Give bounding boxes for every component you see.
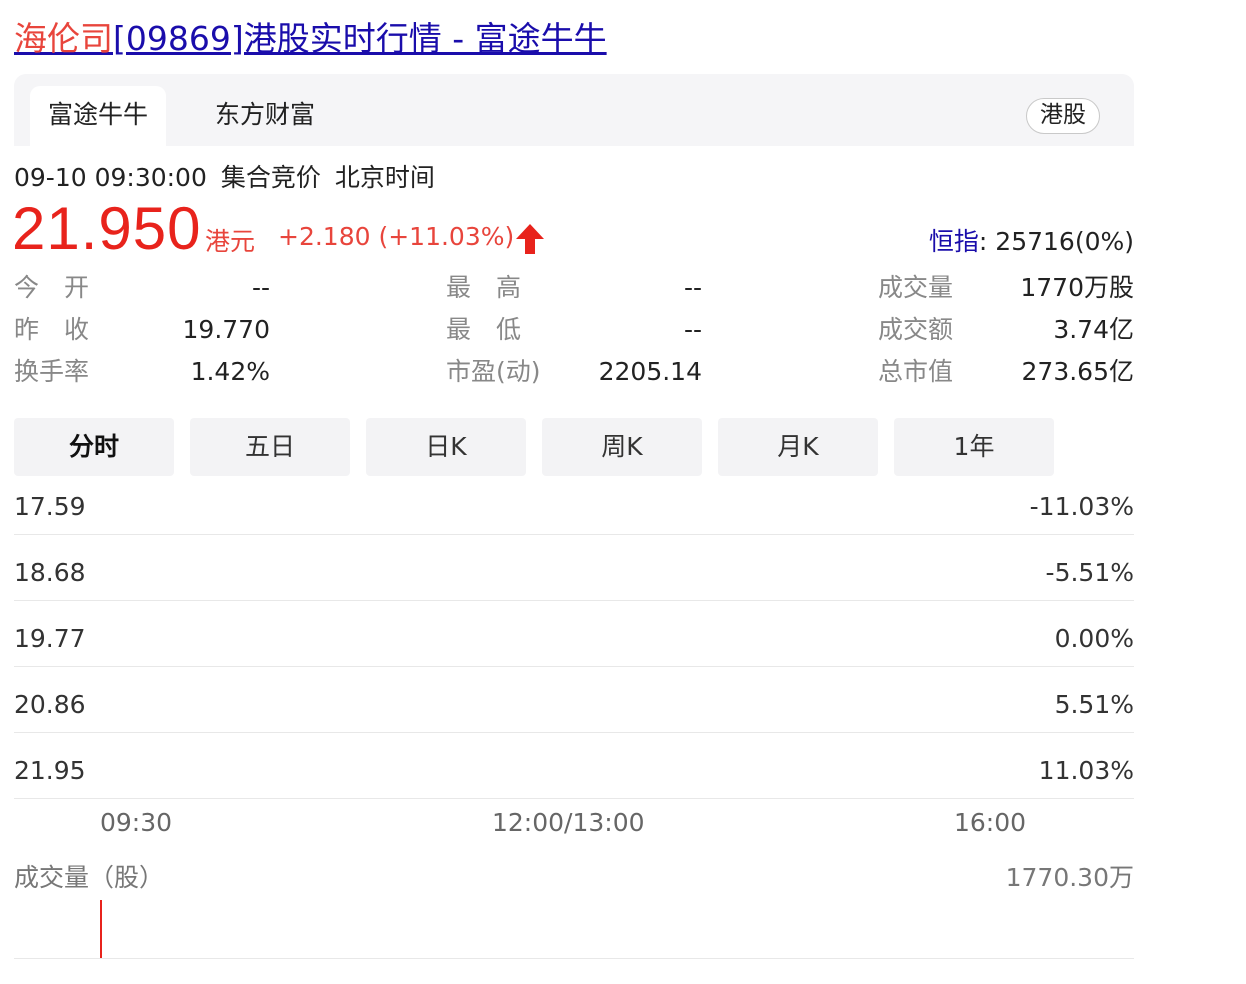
index-name[interactable]: 恒指 — [929, 227, 979, 256]
price-axis-label: 20.86 — [14, 690, 86, 719]
stat-pe-label: 市盈(动) — [446, 357, 541, 386]
index-value: : 25716(0%) — [978, 227, 1134, 256]
current-price: 21.950 — [12, 195, 202, 262]
percent-axis-label: 0.00% — [1054, 624, 1134, 653]
stat-turnover-rate-value: 1.42% — [190, 357, 270, 386]
time-axis-label: 12:00/13:00 — [492, 808, 645, 837]
tab-monthly-k[interactable]: 月K — [718, 418, 878, 476]
market-badge: 港股 — [1026, 98, 1100, 134]
time-axis-label: 16:00 — [954, 808, 1027, 837]
tab-futu[interactable]: 富途牛牛 — [30, 86, 166, 146]
stat-high-value: -- — [683, 273, 702, 302]
price-axis-label: 18.68 — [14, 558, 86, 587]
currency-label: 港元 — [205, 227, 256, 256]
grid-line — [14, 666, 1134, 667]
stat-turnover-rate-label: 换手率 — [14, 357, 90, 386]
page-title-rest: [09869]港股实时行情 - 富途牛牛 — [113, 19, 607, 58]
tab-eastmoney[interactable]: 东方财富 — [200, 86, 330, 146]
stat-amount-value: 3.74亿 — [1053, 315, 1134, 344]
up-arrow-icon — [516, 224, 544, 254]
quote-session: 集合竞价 — [220, 163, 321, 192]
percent-axis-label: 5.51% — [1054, 690, 1134, 719]
volume-axis-max: 1770.30万 — [1005, 863, 1134, 892]
stat-pe-value: 2205.14 — [598, 357, 702, 386]
tab-weekly-k[interactable]: 周K — [542, 418, 702, 476]
stat-prev-close-value: 19.770 — [182, 315, 270, 344]
percent-axis-label: 11.03% — [1038, 756, 1134, 785]
grid-line — [14, 732, 1134, 733]
quote-meta: 09-10 09:30:00 集合竞价 北京时间 — [14, 158, 449, 194]
percent-axis-label: -5.51% — [1045, 558, 1134, 587]
stock-name-highlight: 海伦司 — [14, 19, 113, 58]
stat-open-value: -- — [251, 273, 270, 302]
volume-baseline — [14, 958, 1134, 959]
tab-one-year[interactable]: 1年 — [894, 418, 1054, 476]
stat-volume-value: 1770万股 — [1020, 273, 1134, 302]
volume-axis-title: 成交量（股） — [14, 863, 165, 892]
tab-intraday[interactable]: 分时 — [14, 418, 174, 476]
price-axis-label: 17.59 — [14, 492, 86, 521]
price-axis-label: 21.95 — [14, 756, 86, 785]
quote-datetime: 09-10 09:30:00 — [14, 163, 207, 192]
price-change: +2.180 (+11.03%) — [278, 222, 515, 251]
stat-amount-label: 成交额 — [878, 315, 954, 344]
stat-market-cap-label: 总市值 — [878, 357, 954, 386]
time-axis-label: 09:30 — [100, 808, 173, 837]
source-tab-bar: 富途牛牛 东方财富 港股 — [14, 74, 1134, 146]
stat-open-label: 今 开 — [14, 273, 90, 302]
grid-line — [14, 798, 1134, 799]
intraday-chart[interactable]: 17.59 -11.03% 18.68 -5.51% 19.77 0.00% 20.86 5.… — [14, 480, 1134, 820]
percent-axis-label: -11.03% — [1029, 492, 1134, 521]
page-title-link[interactable]: 海伦司[09869]港股实时行情 - 富途牛牛 — [14, 16, 607, 62]
volume-bar — [100, 900, 102, 958]
index-quote[interactable]: 恒指: 25716(0%) — [929, 222, 1134, 258]
stat-volume-label: 成交量 — [878, 273, 954, 302]
tab-daily-k[interactable]: 日K — [366, 418, 526, 476]
stat-market-cap-value: 273.65亿 — [1021, 357, 1134, 386]
stat-high-label: 最 高 — [446, 273, 522, 302]
grid-line — [14, 600, 1134, 601]
stat-prev-close-label: 昨 收 — [14, 315, 90, 344]
price-axis-label: 19.77 — [14, 624, 86, 653]
tab-five-day[interactable]: 五日 — [190, 418, 350, 476]
grid-line — [14, 534, 1134, 535]
stat-low-value: -- — [683, 315, 702, 344]
quote-timezone: 北京时间 — [334, 163, 435, 192]
stat-low-label: 最 低 — [446, 315, 522, 344]
